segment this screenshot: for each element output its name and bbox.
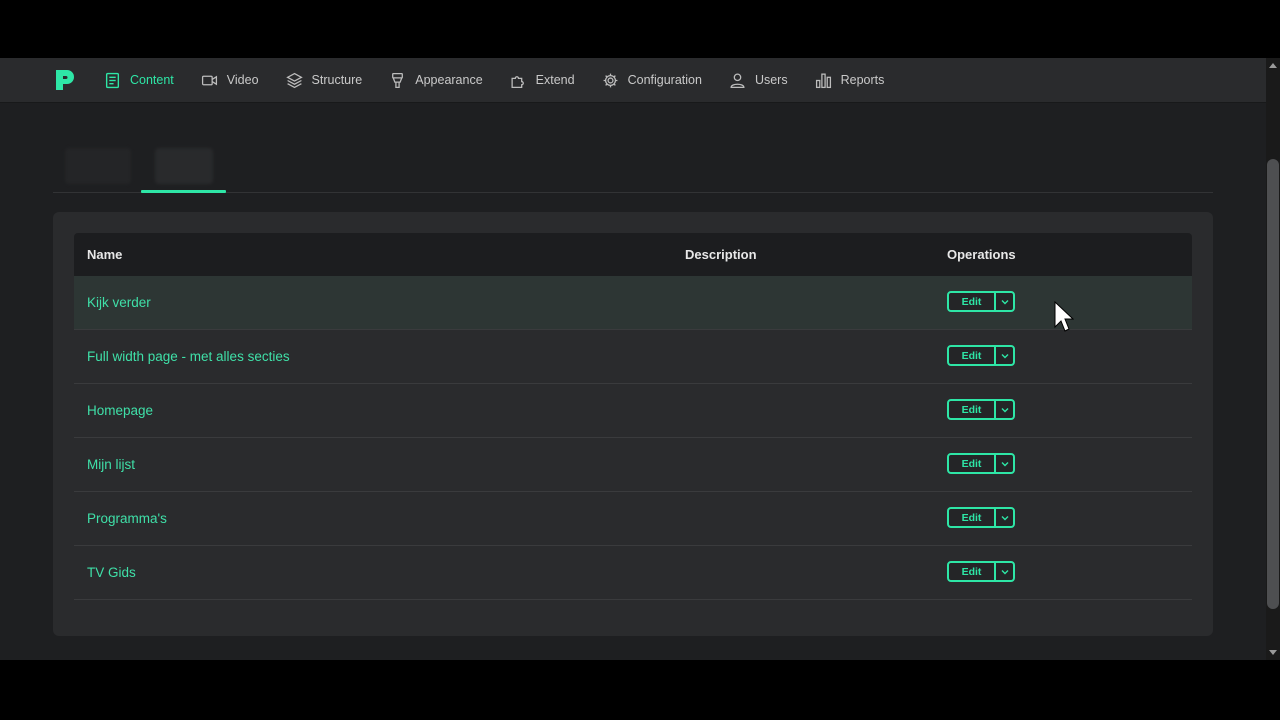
table-row[interactable]: Mijn lijst Edit	[74, 438, 1192, 492]
nav-item-video[interactable]: Video	[201, 58, 259, 102]
paintbrush-icon	[392, 72, 404, 88]
nav-item-label: Appearance	[415, 73, 483, 87]
edit-button[interactable]: Edit	[949, 347, 996, 364]
bar-chart-icon	[815, 72, 831, 88]
operations-dropdown-toggle[interactable]	[996, 401, 1013, 418]
operations-dropdown-toggle[interactable]	[996, 509, 1013, 526]
edit-button[interactable]: Edit	[949, 509, 996, 526]
chevron-down-icon	[1001, 569, 1008, 574]
user-icon	[730, 72, 745, 88]
operations-split-button: Edit	[947, 561, 1015, 582]
edit-button[interactable]: Edit	[949, 401, 996, 418]
nav-item-label: Content	[130, 73, 174, 87]
operations-split-button: Edit	[947, 345, 1015, 366]
pages-card: Name Description Operations Kijk verder E…	[53, 212, 1213, 636]
app-viewport: Content Video Structure Appearance Exten…	[0, 58, 1280, 660]
main-nav: Content Video Structure Appearance Exten…	[104, 58, 911, 102]
tab-second[interactable]	[155, 148, 213, 184]
table-row[interactable]: Full width page - met alles secties Edit	[74, 330, 1192, 384]
nav-item-users[interactable]: Users	[729, 58, 788, 102]
pages-table: Name Description Operations Kijk verder E…	[74, 233, 1192, 600]
nav-item-reports[interactable]: Reports	[815, 58, 885, 102]
table-row[interactable]: Kijk verder Edit	[74, 276, 1192, 330]
nav-item-label: Configuration	[627, 73, 702, 87]
nav-item-extend[interactable]: Extend	[510, 58, 575, 102]
nav-item-label: Extend	[535, 73, 575, 87]
chevron-down-icon	[1001, 353, 1008, 358]
top-navigation-bar: Content Video Structure Appearance Exten…	[0, 58, 1266, 103]
chevron-down-icon	[1001, 299, 1008, 304]
chevron-down-icon	[1001, 407, 1008, 412]
scroll-down-arrow-icon[interactable]	[1269, 650, 1277, 655]
document-icon	[105, 72, 120, 88]
nav-item-label: Reports	[840, 73, 885, 87]
nav-item-label: Video	[226, 73, 259, 87]
column-header-operations: Operations	[947, 247, 1016, 262]
video-camera-icon	[201, 75, 217, 85]
page-name-link[interactable]: Homepage	[87, 403, 153, 418]
scrollbar-thumb[interactable]	[1267, 159, 1279, 609]
table-body: Kijk verder Edit Full width page - met all…	[74, 276, 1192, 600]
gear-icon	[603, 73, 617, 87]
column-header-description: Description	[685, 247, 757, 262]
operations-split-button: Edit	[947, 453, 1015, 474]
page-name-link[interactable]: TV Gids	[87, 565, 136, 580]
nav-item-label: Users	[754, 73, 788, 87]
edit-button[interactable]: Edit	[949, 563, 996, 580]
nav-item-content[interactable]: Content	[104, 58, 174, 102]
tab-strip	[53, 142, 1213, 193]
vertical-scrollbar[interactable]	[1266, 58, 1280, 660]
chevron-down-icon	[1001, 515, 1008, 520]
operations-dropdown-toggle[interactable]	[996, 293, 1013, 310]
nav-item-structure[interactable]: Structure	[285, 58, 363, 102]
active-tab-indicator	[141, 190, 226, 193]
edit-button[interactable]: Edit	[949, 293, 996, 310]
page-name-link[interactable]: Mijn lijst	[87, 457, 135, 472]
column-header-name: Name	[87, 247, 123, 262]
chevron-down-icon	[1001, 461, 1008, 466]
layers-icon	[285, 72, 303, 88]
operations-dropdown-toggle[interactable]	[996, 347, 1013, 364]
operations-dropdown-toggle[interactable]	[996, 563, 1013, 580]
table-row[interactable]: Programma's Edit	[74, 492, 1192, 546]
brand-logo-icon[interactable]	[53, 68, 77, 92]
table-row[interactable]: TV Gids Edit	[74, 546, 1192, 600]
nav-item-label: Structure	[311, 73, 363, 87]
operations-split-button: Edit	[947, 291, 1015, 312]
page-name-link[interactable]: Full width page - met alles secties	[87, 349, 290, 364]
operations-dropdown-toggle[interactable]	[996, 455, 1013, 472]
table-row[interactable]: Homepage Edit	[74, 384, 1192, 438]
page-name-link[interactable]: Programma's	[87, 511, 167, 526]
table-header: Name Description Operations	[74, 233, 1192, 276]
tab-first[interactable]	[65, 148, 131, 184]
operations-split-button: Edit	[947, 399, 1015, 420]
edit-button[interactable]: Edit	[949, 455, 996, 472]
nav-item-configuration[interactable]: Configuration	[602, 58, 702, 102]
nav-item-appearance[interactable]: Appearance	[389, 58, 483, 102]
page-name-link[interactable]: Kijk verder	[87, 295, 151, 310]
operations-split-button: Edit	[947, 507, 1015, 528]
mouse-pointer-icon	[1054, 301, 1074, 332]
puzzle-icon	[511, 75, 524, 88]
scroll-up-arrow-icon[interactable]	[1269, 63, 1277, 68]
